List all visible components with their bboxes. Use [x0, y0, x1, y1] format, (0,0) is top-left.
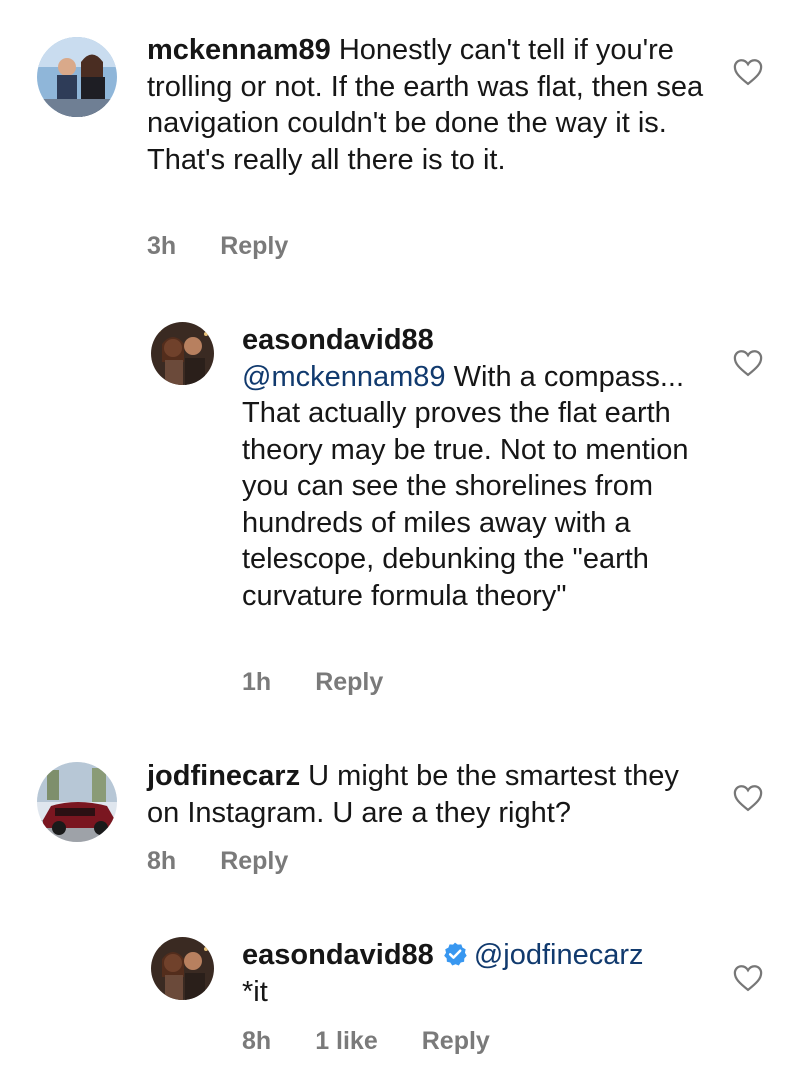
comment-username[interactable]: jodfinecarz [147, 760, 300, 792]
reply-button[interactable]: Reply [220, 847, 288, 876]
comment-timestamp: 8h [242, 1027, 272, 1055]
avatar[interactable] [151, 322, 214, 385]
comment-body: *it [242, 975, 268, 1008]
avatar[interactable] [37, 37, 117, 117]
comment-timestamp: 1h [242, 668, 272, 696]
comment-body: With a compass... That actually proves t… [242, 360, 689, 612]
avatar[interactable] [37, 762, 117, 842]
comment-text: easondavid88 @jodfinecarz *it [242, 937, 712, 1010]
comment-meta: 1h Reply [242, 668, 383, 697]
reply-button[interactable]: Reply [422, 1027, 490, 1056]
comment-timestamp: 3h [147, 232, 177, 260]
comment-text: easondavid88 @mckennam89 With a compass.… [242, 322, 712, 614]
mention-link[interactable]: @jodfinecarz [474, 939, 644, 971]
comment-username[interactable]: easondavid88 [242, 939, 434, 971]
heart-outline-icon[interactable] [733, 349, 763, 377]
reply-button[interactable]: Reply [315, 668, 383, 697]
comment-username[interactable]: mckennam89 [147, 34, 331, 66]
verified-badge-icon [443, 942, 467, 966]
comment-meta: 3h Reply [147, 232, 288, 261]
comment-text: jodfinecarz U might be the smartest they… [147, 758, 707, 831]
heart-outline-icon[interactable] [733, 784, 763, 812]
comment-timestamp: 8h [147, 847, 177, 875]
heart-outline-icon[interactable] [733, 58, 763, 86]
heart-outline-icon[interactable] [733, 964, 763, 992]
avatar[interactable] [151, 937, 214, 1000]
comment-text: mckennam89 Honestly can't tell if you're… [147, 32, 707, 178]
likes-count[interactable]: 1 like [315, 1027, 378, 1056]
reply-button[interactable]: Reply [220, 232, 288, 261]
mention-link[interactable]: @mckennam89 [242, 361, 446, 393]
comment-meta: 8h Reply [147, 847, 288, 876]
comment-meta: 8h 1 like Reply [242, 1027, 490, 1056]
comment-username[interactable]: easondavid88 [242, 322, 712, 359]
